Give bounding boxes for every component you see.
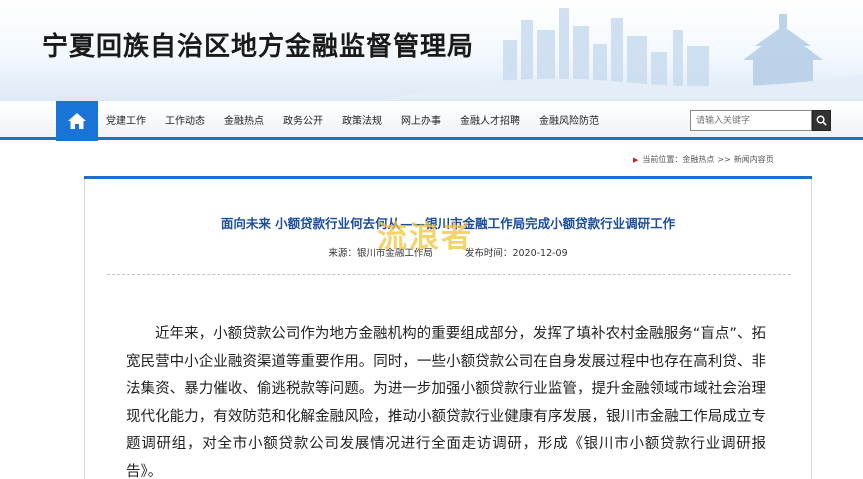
breadcrumb-marker-icon: ▶	[633, 155, 639, 164]
breadcrumb: ▶ 当前位置： 金融热点 >> 新闻内容页	[633, 154, 774, 165]
nav-item-work-news[interactable]: 工作动态	[165, 112, 205, 127]
nav-item-online-services[interactable]: 网上办事	[401, 112, 441, 127]
breadcrumb-prefix: 当前位置：	[642, 155, 683, 164]
search-input[interactable]	[690, 110, 812, 131]
breadcrumb-current-page: 新闻内容页	[733, 155, 774, 164]
article-meta: 来源：银川市金融工作局 发布时间：2020-12-09	[85, 245, 811, 259]
site-title: 宁夏回族自治区地方金融监督管理局	[42, 32, 475, 62]
site-header: 宁夏回族自治区地方金融监督管理局	[0, 0, 863, 100]
meta-divider	[107, 274, 791, 275]
source-value: 银川市金融工作局	[356, 248, 433, 259]
nav-item-finance-hotspot[interactable]: 金融热点	[224, 112, 264, 127]
nav-menu: 党建工作 工作动态 金融热点 政务公开 政策法规 网上办事 金融人才招聘 金融风…	[106, 101, 618, 138]
search-icon	[816, 115, 827, 126]
nav-item-party-building[interactable]: 党建工作	[106, 112, 146, 127]
publish-time-label: 发布时间：	[464, 248, 513, 259]
publish-time-value: 2020-12-09	[512, 248, 568, 259]
search-button[interactable]	[812, 110, 831, 131]
nav-item-gov-affairs[interactable]: 政务公开	[283, 112, 323, 127]
nav-item-policy-regulations[interactable]: 政策法规	[342, 112, 382, 127]
breadcrumb-link-finance-hotspot[interactable]: 金融热点	[682, 154, 714, 165]
nav-item-risk-prevention[interactable]: 金融风险防范	[539, 112, 599, 127]
nav-item-talent-recruitment[interactable]: 金融人才招聘	[460, 112, 520, 127]
article-panel: 面向未来 小额贷款行业何去何从——银川市金融工作局完成小额贷款行业调研工作 来源…	[84, 176, 812, 479]
source-label: 来源：	[328, 248, 357, 259]
main-nav: 党建工作 工作动态 金融热点 政务公开 政策法规 网上办事 金融人才招聘 金融风…	[0, 100, 863, 141]
article-body: 近年来，小额贷款公司作为地方金融机构的重要组成部分，发挥了填补农村金融服务“盲点…	[126, 326, 766, 479]
home-button[interactable]	[56, 101, 98, 141]
home-icon	[68, 113, 86, 129]
breadcrumb-separator: >>	[717, 155, 731, 164]
article-title: 面向未来 小额贷款行业何去何从——银川市金融工作局完成小额贷款行业调研工作	[220, 216, 676, 231]
